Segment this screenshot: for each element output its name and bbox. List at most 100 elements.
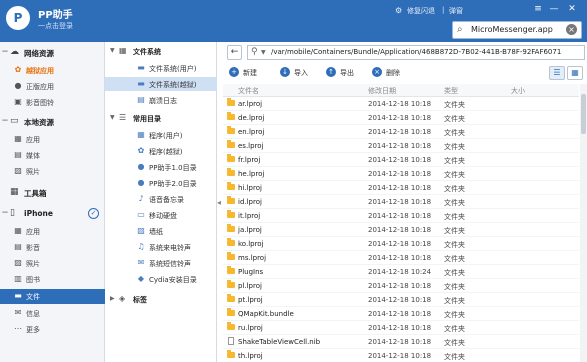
table-row[interactable]: he.lproj 2014-12-18 10:18 文件夹 (223, 167, 579, 181)
list-view-button[interactable]: ☰ (549, 66, 565, 80)
login-link[interactable]: 一点击登录 (38, 21, 73, 31)
tree-item-label: Cydia安装目录 (149, 276, 197, 284)
grid-view-button[interactable]: ▦ (567, 66, 583, 80)
sidebar-item-device-apps[interactable]: ▦ 应用 (0, 224, 105, 239)
table-row[interactable]: th.lproj 2014-12-18 10:18 文件夹 (223, 349, 579, 362)
collapse-icon[interactable]: — (2, 117, 8, 124)
path-input[interactable]: ⚲ ▼ /var/mobile/Containers/Bundle/Applic… (247, 45, 585, 60)
path-value[interactable]: /var/mobile/Containers/Bundle/Applicatio… (271, 48, 583, 56)
tree-item-prog-user[interactable]: ▦ 程序(用户) (105, 128, 217, 142)
table-row[interactable]: PlugIns 2014-12-18 10:24 文件夹 (223, 265, 579, 279)
tree-item-wallpaper[interactable]: ▨ 墙纸 (105, 224, 217, 238)
tree-section-common[interactable]: ▼ ☰ 常用目录 (105, 111, 217, 125)
file-type: 文件夹 (444, 353, 465, 361)
file-type: 文件夹 (444, 269, 465, 277)
folder-icon (227, 294, 235, 302)
tree-item-sms-tone[interactable]: ✉ 系统短信铃声 (105, 256, 217, 270)
sidebar-item-device-files[interactable]: ▬ 文件 (0, 289, 105, 304)
sidebar-item-device-books[interactable]: ▥ 图书 (0, 272, 105, 287)
search-input[interactable]: ⌕ MicroMessenger.app × (452, 21, 582, 39)
col-size[interactable]: 大小 (511, 86, 525, 96)
col-date[interactable]: 修改日期 (368, 86, 396, 96)
collapse-icon[interactable]: ▶ (110, 295, 115, 302)
sidebar-item-device-more[interactable]: ⋯ 更多 (0, 322, 105, 337)
tree-item-pp2[interactable]: ● PP助手2.0目录 (105, 176, 217, 190)
sidebar-section-network[interactable]: — ☁ 网络资源 (0, 44, 105, 61)
scroll-thumb[interactable] (581, 94, 586, 134)
repair-icon[interactable]: ⚙ (395, 6, 402, 15)
folder-icon (227, 196, 235, 204)
fix-crash-link[interactable]: 修复闪退 (407, 6, 435, 16)
sidebar-item-label: 照片 (26, 260, 40, 268)
file-type: 文件夹 (444, 325, 465, 333)
table-row[interactable]: ms.lproj 2014-12-18 10:18 文件夹 (223, 251, 579, 265)
table-row[interactable]: ShakeTableViewCell.nib 2014-12-18 10:18 文件… (223, 335, 579, 349)
sidebar-item-device-media[interactable]: ▤ 影音 (0, 240, 105, 255)
table-row[interactable]: es.lproj 2014-12-18 10:18 文件夹 (223, 139, 579, 153)
file-browser: ← ⚲ ▼ /var/mobile/Containers/Bundle/Appl… (223, 42, 587, 362)
sidebar-item-local-apps[interactable]: ▦ 应用 (0, 132, 105, 147)
table-row[interactable]: ar.lproj 2014-12-18 10:18 文件夹 (223, 97, 579, 111)
tree-item-fs-jailbreak[interactable]: ▬ 文件系统(越狱) (105, 77, 217, 91)
sidebar-item-local-media[interactable]: ▤ 媒体 (0, 148, 105, 163)
sidebar-section-device[interactable]: — ▯ iPhone ✓ (0, 205, 105, 222)
expand-icon[interactable]: ▼ (110, 114, 115, 121)
tree-item-voice-memo[interactable]: ♪ 语音备忘录 (105, 192, 217, 206)
col-name[interactable]: 文件名 (238, 86, 259, 96)
sidebar-item-jailbreak-apps[interactable]: ✿ 越狱应用 (0, 63, 105, 78)
tree-item-pp1[interactable]: ● PP助手1.0目录 (105, 160, 217, 174)
sidebar-section-local[interactable]: — ▭ 本地资源 (0, 113, 105, 130)
new-button[interactable]: + 新建 (229, 66, 271, 80)
table-row[interactable]: id.lproj 2014-12-18 10:18 文件夹 (223, 195, 579, 209)
tree-item-prog-jb[interactable]: ✿ 程序(越狱) (105, 144, 217, 158)
file-date: 2014-12-18 10:18 (368, 114, 432, 122)
expand-icon[interactable]: ▼ (110, 47, 115, 54)
tree-item-crash-log[interactable]: ▤ 崩溃日志 (105, 93, 217, 107)
table-row[interactable]: it.lproj 2014-12-18 10:18 文件夹 (223, 209, 579, 223)
table-row[interactable]: ko.lproj 2014-12-18 10:18 文件夹 (223, 237, 579, 251)
collapse-icon[interactable]: — (2, 209, 8, 216)
clear-search-icon[interactable]: × (566, 24, 577, 35)
table-row[interactable]: pt.lproj 2014-12-18 10:18 文件夹 (223, 293, 579, 307)
folder-icon (227, 252, 235, 260)
search-value[interactable]: MicroMessenger.app (471, 25, 553, 34)
file-type: 文件夹 (444, 157, 465, 165)
minimize-icon[interactable]: — (548, 4, 560, 14)
table-row[interactable]: fr.lproj 2014-12-18 10:18 文件夹 (223, 153, 579, 167)
tree-item-cydia[interactable]: ◆ Cydia安装目录 (105, 272, 217, 286)
popup-link[interactable]: 弹窗 (449, 6, 463, 16)
file-icon (228, 337, 234, 345)
sidebar-item-video-pics[interactable]: ▣ 影音图铃 (0, 95, 105, 110)
col-type[interactable]: 类型 (444, 86, 458, 96)
collapse-panel-icon[interactable]: ◂ (217, 198, 221, 207)
sidebar-item-legit-apps[interactable]: ● 正版应用 (0, 79, 105, 94)
table-row[interactable]: ru.lproj 2014-12-18 10:18 文件夹 (223, 321, 579, 335)
table-row[interactable]: pl.lproj 2014-12-18 10:18 文件夹 (223, 279, 579, 293)
sidebar-item-local-photos[interactable]: ▨ 照片 (0, 164, 105, 179)
import-button[interactable]: ↓ 导入 (280, 66, 322, 80)
table-row[interactable]: de.lproj 2014-12-18 10:18 文件夹 (223, 111, 579, 125)
image-icon: ▨ (137, 226, 145, 235)
tree-item-fs-user[interactable]: ▬ 文件系统(用户) (105, 61, 217, 75)
sidebar-section-toolbox[interactable]: ▦ 工具箱 (0, 184, 105, 201)
more-icon: ⋯ (14, 324, 22, 333)
back-button[interactable]: ← (227, 45, 242, 60)
table-row[interactable]: QMapKit.bundle 2014-12-18 10:18 文件夹 (223, 307, 579, 321)
menu-icon[interactable]: ≡ (532, 4, 544, 14)
table-row[interactable]: en.lproj 2014-12-18 10:18 文件夹 (223, 125, 579, 139)
tree-item-mobile-disk[interactable]: ▭ 移动硬盘 (105, 208, 217, 222)
sidebar-item-device-info[interactable]: ✉ 信息 (0, 306, 105, 321)
sidebar-item-device-photos[interactable]: ▨ 照片 (0, 256, 105, 271)
export-button[interactable]: ↑ 导出 (326, 66, 368, 80)
tree-item-ringtone[interactable]: ♫ 系统来电铃声 (105, 240, 217, 254)
table-row[interactable]: ja.lproj 2014-12-18 10:18 文件夹 (223, 223, 579, 237)
chevron-down-icon[interactable]: ▼ (261, 49, 266, 56)
collapse-icon[interactable]: — (2, 48, 8, 55)
scrollbar[interactable] (580, 84, 587, 362)
tree-section-tags[interactable]: ▶ ◈ 标签 (105, 292, 217, 306)
tree-section-filesystem[interactable]: ▼ ▦ 文件系统 (105, 44, 217, 58)
delete-button[interactable]: × 删除 (372, 66, 414, 80)
close-icon[interactable]: ✕ (566, 4, 578, 14)
header-divider: | (442, 6, 445, 14)
table-row[interactable]: hi.lproj 2014-12-18 10:18 文件夹 (223, 181, 579, 195)
